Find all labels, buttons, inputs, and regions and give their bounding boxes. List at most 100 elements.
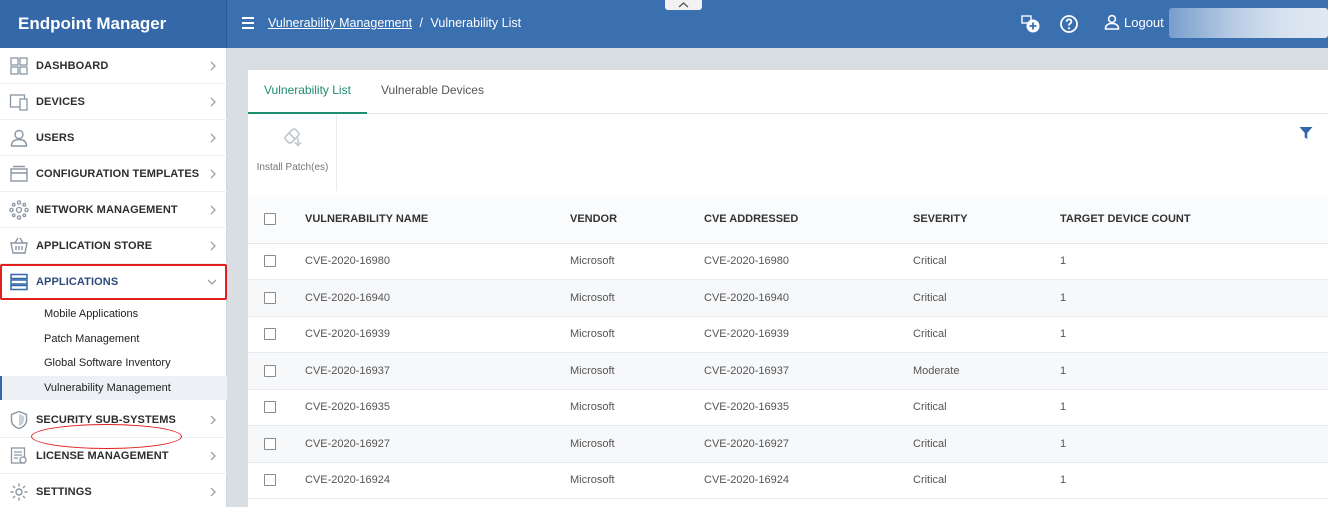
cve-link[interactable]: CVE-2020-16924	[704, 462, 913, 499]
logout-button[interactable]: Logout	[1104, 14, 1164, 30]
sidebar-item-security-sub-systems[interactable]: SECURITY SUB-SYSTEMS	[0, 402, 227, 438]
column-header-vulnerability-name[interactable]: VULNERABILITY NAME	[305, 196, 570, 244]
sidebar-item-label: LICENSE MANAGEMENT	[36, 449, 169, 462]
vendor: Microsoft	[570, 425, 704, 463]
table-row: CVE-2020-16935 Microsoft CVE-2020-16935 …	[248, 389, 1328, 426]
app-title: Endpoint Manager	[0, 0, 227, 48]
sidebar-item-users[interactable]: USERS	[0, 120, 227, 156]
target-device-count-link[interactable]: 1	[1060, 316, 1328, 353]
sidebar-item-label: DASHBOARD	[36, 59, 109, 72]
sidebar-item-license-management[interactable]: LICENSE MANAGEMENT	[0, 438, 227, 474]
collapse-header-button[interactable]	[665, 0, 702, 10]
user-account-badge[interactable]	[1169, 8, 1328, 38]
vulnerability-table: VULNERABILITY NAME VENDOR CVE ADDRESSED …	[248, 196, 1328, 499]
sidebar-item-settings[interactable]: SETTINGS	[0, 474, 227, 507]
severity: Moderate	[913, 352, 1060, 390]
row-checkbox[interactable]	[264, 328, 276, 341]
cve-link[interactable]: CVE-2020-16940	[704, 279, 913, 317]
row-checkbox[interactable]	[264, 291, 276, 304]
cve-link[interactable]: CVE-2020-16980	[704, 243, 913, 280]
cve-link[interactable]: CVE-2020-16939	[704, 316, 913, 353]
chevron-right-icon	[210, 451, 216, 461]
target-device-count-link[interactable]: 1	[1060, 352, 1328, 390]
sidebar-subitem-mobile-applications[interactable]: Mobile Applications	[0, 302, 227, 326]
target-device-count-link[interactable]: 1	[1060, 425, 1328, 463]
table-row: CVE-2020-16940 Microsoft CVE-2020-16940 …	[248, 279, 1328, 317]
breadcrumb-parent-link[interactable]: Vulnerability Management	[268, 16, 412, 30]
target-device-count-link[interactable]: 1	[1060, 243, 1328, 280]
row-checkbox[interactable]	[264, 255, 276, 268]
severity: Critical	[913, 389, 1060, 426]
applications-icon	[10, 273, 28, 291]
table-row: CVE-2020-16927 Microsoft CVE-2020-16927 …	[248, 425, 1328, 463]
select-all-checkbox[interactable]	[264, 213, 276, 226]
column-header-cve-addressed[interactable]: CVE ADDRESSED	[704, 196, 913, 244]
sidebar-item-configuration-templates[interactable]: CONFIGURATION TEMPLATES	[0, 156, 227, 192]
sidebar-subitem-global-software-inventory[interactable]: Global Software Inventory	[0, 351, 227, 375]
row-select-cell	[248, 389, 305, 426]
sidebar-item-devices[interactable]: DEVICES	[0, 84, 227, 120]
chevron-right-icon	[210, 169, 216, 179]
target-device-count-link[interactable]: 1	[1060, 389, 1328, 426]
vendor: Microsoft	[570, 352, 704, 390]
table-header-row: VULNERABILITY NAME VENDOR CVE ADDRESSED …	[248, 196, 1328, 244]
row-select-cell	[248, 425, 305, 463]
store-icon	[10, 237, 28, 254]
chevron-down-icon	[207, 279, 217, 285]
sidebar-item-dashboard[interactable]: DASHBOARD	[0, 48, 227, 84]
vendor: Microsoft	[570, 279, 704, 317]
tab-vulnerable-devices[interactable]: Vulnerable Devices	[365, 70, 500, 114]
severity: Critical	[913, 316, 1060, 353]
install-patch-icon	[284, 128, 302, 147]
chevron-right-icon	[210, 487, 216, 497]
add-device-icon[interactable]	[1021, 14, 1041, 34]
install-patches-button[interactable]: Install Patch(es)	[248, 114, 337, 191]
sidebar-subitem-vulnerability-management[interactable]: Vulnerability Management	[0, 376, 227, 400]
sidebar-item-label: SECURITY SUB-SYSTEMS	[36, 413, 176, 426]
hamburger-icon[interactable]	[242, 17, 254, 29]
chevron-right-icon	[210, 133, 216, 143]
help-icon[interactable]	[1059, 14, 1079, 34]
severity: Critical	[913, 279, 1060, 317]
vulnerability-name: CVE-2020-16980	[305, 243, 570, 280]
user-icon	[10, 129, 28, 147]
row-checkbox[interactable]	[264, 364, 276, 377]
row-checkbox[interactable]	[264, 474, 276, 487]
target-device-count-link[interactable]: 1	[1060, 462, 1328, 499]
logout-label: Logout	[1124, 14, 1164, 30]
vendor: Microsoft	[570, 462, 704, 499]
row-checkbox[interactable]	[264, 437, 276, 450]
sidebar-item-network-management[interactable]: NETWORK MANAGEMENT	[0, 192, 227, 228]
target-device-count-link[interactable]: 1	[1060, 279, 1328, 317]
sidebar-subitem-patch-management[interactable]: Patch Management	[0, 327, 227, 351]
sidebar-item-application-store[interactable]: APPLICATION STORE	[0, 228, 227, 264]
sidebar-item-applications[interactable]: APPLICATIONS	[0, 264, 227, 300]
cve-link[interactable]: CVE-2020-16937	[704, 352, 913, 390]
cve-link[interactable]: CVE-2020-16935	[704, 389, 913, 426]
vulnerability-name: CVE-2020-16937	[305, 352, 570, 390]
vulnerability-name: CVE-2020-16924	[305, 462, 570, 499]
row-select-cell	[248, 279, 305, 317]
tab-vulnerability-list[interactable]: Vulnerability List	[248, 70, 367, 114]
severity: Critical	[913, 462, 1060, 499]
table-row: CVE-2020-16939 Microsoft CVE-2020-16939 …	[248, 316, 1328, 353]
chevron-right-icon	[210, 205, 216, 215]
tab-bar: Vulnerability List Vulnerable Devices	[248, 70, 1328, 114]
chevron-right-icon	[210, 241, 216, 251]
column-header-severity[interactable]: SEVERITY	[913, 196, 1060, 244]
column-header-vendor[interactable]: VENDOR	[570, 196, 704, 244]
row-checkbox[interactable]	[264, 401, 276, 414]
chevron-right-icon	[210, 97, 216, 107]
main-panel: Vulnerability List Vulnerable Devices In…	[248, 70, 1328, 507]
column-header-target-device-count[interactable]: TARGET DEVICE COUNT	[1060, 196, 1328, 244]
network-icon	[9, 200, 29, 220]
severity: Critical	[913, 425, 1060, 463]
chevron-right-icon	[210, 415, 216, 425]
license-icon	[10, 447, 27, 464]
filter-icon[interactable]	[1299, 126, 1313, 140]
breadcrumb-current: Vulnerability List	[430, 16, 522, 30]
sidebar: DASHBOARD DEVICES USERS CONFIGURATION TE…	[0, 48, 227, 507]
cve-link[interactable]: CVE-2020-16927	[704, 425, 913, 463]
dashboard-icon	[10, 57, 28, 75]
table-row: CVE-2020-16937 Microsoft CVE-2020-16937 …	[248, 352, 1328, 390]
